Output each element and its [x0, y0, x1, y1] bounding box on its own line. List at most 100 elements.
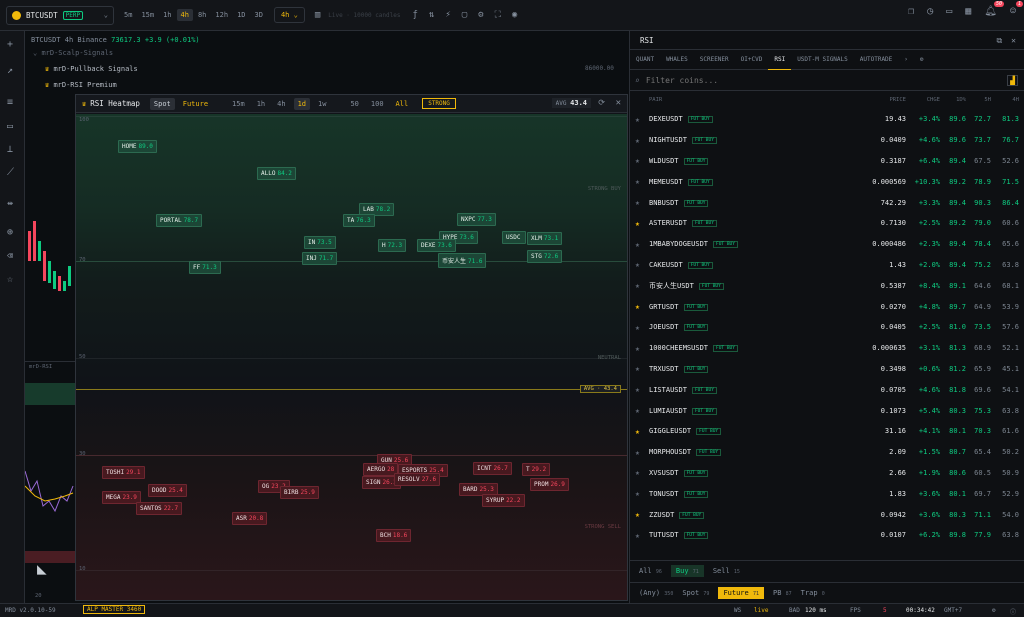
heatmap-coin-30[interactable]: SYRUP 22.2: [482, 494, 525, 507]
tf-12h[interactable]: 12h: [211, 9, 232, 21]
heatmap-coin-14[interactable]: STG 72.6: [527, 250, 563, 263]
star-icon[interactable]: ☆: [7, 274, 13, 285]
hm-tf-4h[interactable]: 4h: [273, 98, 289, 110]
market-spot-filter[interactable]: Spot 79: [682, 589, 709, 597]
table-row[interactable]: ★ XVSUSDT FUT BUY 2.66 +1.9% 80.6 60.5 50.9: [630, 463, 1024, 484]
col-chge[interactable]: CHGE: [927, 97, 940, 103]
heatmap-coin-0[interactable]: HOME 89.0: [118, 140, 157, 153]
path-icon[interactable]: ⟋: [7, 167, 14, 178]
heatmap-coin-24[interactable]: PROM 26.9: [530, 478, 569, 491]
favorite-star-icon[interactable]: ★: [635, 198, 640, 207]
cursor-icon[interactable]: ↗: [7, 65, 13, 76]
window-icon[interactable]: ❐: [908, 6, 914, 17]
favorite-star-icon[interactable]: ★: [635, 240, 640, 249]
heatmap-coin-27[interactable]: BIRB 25.9: [280, 486, 319, 499]
tf-5m[interactable]: 5m: [120, 9, 136, 21]
heatmap-coin-6[interactable]: IN 73.5: [304, 236, 336, 249]
favorite-star-icon[interactable]: ★: [635, 344, 640, 353]
count-100[interactable]: 100: [367, 98, 388, 110]
heatmap-coin-23[interactable]: RESOLV 27.6: [394, 473, 441, 486]
table-row[interactable]: ★ MORPHOUSDT FUT BUY 2.09 +1.5% 80.7 65.4 50.2: [630, 442, 1024, 463]
close-icon[interactable]: ✕: [616, 98, 621, 108]
heatmap-coin-15[interactable]: FF 71.3: [189, 261, 221, 274]
filter-buy[interactable]: Buy 71: [670, 564, 704, 577]
market-spot[interactable]: Spot: [149, 97, 175, 110]
col-pair[interactable]: PAIR: [649, 97, 662, 103]
favorite-star-icon[interactable]: ★: [635, 302, 640, 311]
popout-icon[interactable]: ⧉: [996, 36, 1002, 46]
heatmap-coin-33[interactable]: BCH 18.6: [376, 529, 412, 542]
heatmap-coin-13[interactable]: 币安人生 71.6: [438, 253, 487, 268]
strong-filter-button[interactable]: STRONG: [422, 98, 456, 109]
indicator-rsi-premium[interactable]: ♛ mrD-RSI Premium: [45, 81, 117, 89]
favorite-star-icon[interactable]: ★: [635, 427, 640, 436]
tab-autotrade[interactable]: AUTOTRADE: [854, 50, 899, 70]
clock-icon[interactable]: ◷: [927, 6, 933, 17]
market-pb[interactable]: PB 87: [773, 589, 792, 597]
bell-icon[interactable]: 🔔︎ 50: [984, 1, 1004, 17]
favorite-star-icon[interactable]: ★: [635, 156, 640, 165]
table-row[interactable]: ★ TONUSDT FUT BUY 1.83 +3.6% 80.1 69.7 52.9: [630, 483, 1024, 504]
heatmap-coin-31[interactable]: SANTOS 22.7: [136, 502, 183, 515]
favorite-star-icon[interactable]: ★: [635, 406, 640, 415]
favorite-star-icon[interactable]: ★: [635, 115, 640, 124]
hm-tf-1w[interactable]: 1w: [314, 98, 330, 110]
heatmap-coin-11[interactable]: DEXE 73.6: [417, 239, 456, 252]
filter-input[interactable]: [645, 75, 986, 85]
heatmap-coin-8[interactable]: USDC: [502, 231, 527, 244]
status-info-icon[interactable]: ⓘ: [1010, 607, 1016, 616]
close-panel-icon[interactable]: ✕: [1011, 36, 1016, 46]
favorite-star-icon[interactable]: ★: [635, 219, 640, 228]
indicators-icon[interactable]: ƒ: [412, 10, 417, 20]
favorite-star-icon[interactable]: ★: [635, 385, 640, 394]
layout-grid-icon[interactable]: ▭: [946, 6, 952, 17]
table-row[interactable]: ★ 1000CHEEMSUSDT FUT BUY 0.000635 +3.1% 81.3 6…: [630, 338, 1024, 359]
table-row[interactable]: ★ TRXUSDT FUT BUY 0.3498 +0.6% 81.2 65.9 45.1: [630, 359, 1024, 380]
panel-settings-icon[interactable]: ⚙: [914, 50, 930, 70]
heatmap-coin-9[interactable]: XLM 73.1: [527, 232, 563, 245]
favorite-star-icon[interactable]: ★: [635, 281, 640, 290]
indicator-pullback[interactable]: ♛ mrD-Pullback Signals: [45, 65, 138, 73]
col-5h[interactable]: 5H: [984, 97, 991, 103]
bar-chart-icon[interactable]: ▥: [315, 10, 320, 20]
tf-1h[interactable]: 1h: [159, 9, 175, 21]
table-row[interactable]: ★ GIGGLEUSDT FUT BUY 31.16 +4.1% 80.1 70.3 61.6: [630, 421, 1024, 442]
favorite-star-icon[interactable]: ★: [635, 531, 640, 540]
market-future[interactable]: Future: [179, 98, 212, 110]
alp-master-badge[interactable]: ALP MASTER 3460: [83, 605, 146, 614]
count-all[interactable]: All: [392, 98, 413, 110]
apps-grid-icon[interactable]: ▦: [965, 6, 971, 17]
market-any[interactable]: (Any) 350: [639, 589, 673, 597]
col-price[interactable]: PRICE: [889, 97, 906, 103]
chart-toggle-icon[interactable]: ▟: [1007, 74, 1018, 86]
favorite-star-icon[interactable]: ★: [635, 260, 640, 269]
tab-rsi[interactable]: RSI: [768, 50, 792, 70]
heatmap-coin-12[interactable]: INJ 71.7: [302, 252, 338, 265]
table-row[interactable]: ★ TUTUSDT FUT BUY 0.0107 +6.2% 89.8 77.9 63.8: [630, 525, 1024, 546]
hm-tf-1d[interactable]: 1d: [293, 97, 311, 110]
favorite-star-icon[interactable]: ★: [635, 177, 640, 186]
heatmap-coin-26[interactable]: DOOD 25.4: [148, 484, 187, 497]
camera-icon[interactable]: ◉: [512, 10, 517, 20]
table-row[interactable]: ★ CAKEUSDT FUT BUY 1.43 +2.0% 89.4 75.2 63.8: [630, 255, 1024, 276]
heatmap-coin-21[interactable]: T 29.2: [522, 463, 551, 476]
tabs-more-icon[interactable]: ›: [898, 50, 914, 70]
refresh-icon[interactable]: ⟳: [598, 98, 605, 107]
table-row[interactable]: ★ GRTUSDT FUT BUY 0.0270 +4.8% 89.7 64.9 53.9: [630, 296, 1024, 317]
favorite-star-icon[interactable]: ★: [635, 448, 640, 457]
filter-all[interactable]: All 96: [639, 567, 662, 575]
crosshair-icon[interactable]: +: [7, 39, 13, 50]
tab-whales[interactable]: WHALES: [660, 50, 694, 70]
tf-4h[interactable]: 4h: [176, 9, 193, 21]
table-row[interactable]: ★ JOEUSDT FUT BUY 0.0405 +2.5% 81.0 73.5 57.6: [630, 317, 1024, 338]
trash-icon[interactable]: ⌫: [7, 251, 13, 262]
favorite-star-icon[interactable]: ★: [635, 489, 640, 498]
magnet-icon[interactable]: ⊕: [7, 227, 13, 238]
fullscreen-icon[interactable]: ⛶: [495, 10, 501, 20]
tab-quant[interactable]: QUANT: [630, 50, 660, 70]
status-settings-icon[interactable]: ⚙: [992, 607, 996, 614]
market-trap[interactable]: Trap 0: [801, 589, 825, 597]
favorite-star-icon[interactable]: ★: [635, 364, 640, 373]
heatmap-coin-10[interactable]: H 72.3: [378, 239, 407, 252]
heatmap-coin-18[interactable]: AERGO 28: [363, 463, 399, 476]
